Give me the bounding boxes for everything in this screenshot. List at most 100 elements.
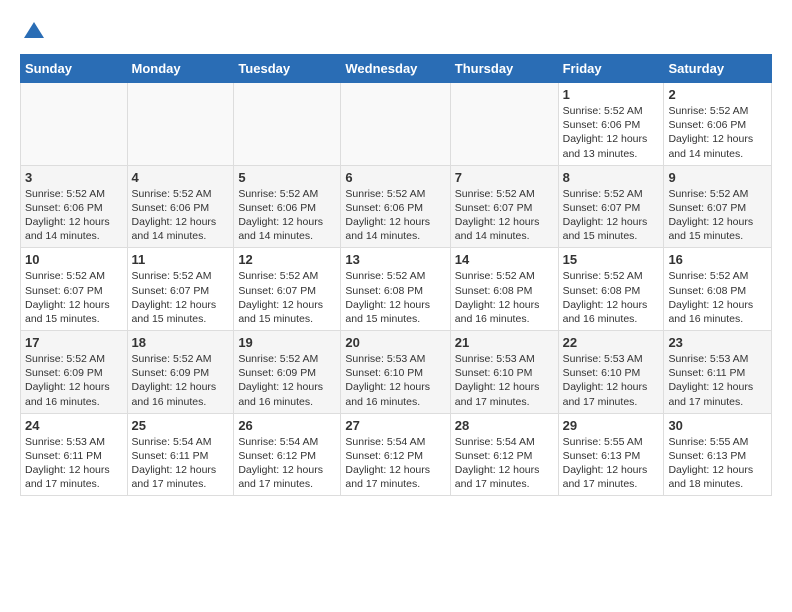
day-info: Sunrise: 5:52 AM Sunset: 6:07 PM Dayligh… bbox=[668, 187, 767, 244]
day-info: Sunrise: 5:53 AM Sunset: 6:11 PM Dayligh… bbox=[668, 352, 767, 409]
calendar-day-cell: 29 Sunrise: 5:55 AM Sunset: 6:13 PM Dayli… bbox=[558, 413, 664, 496]
calendar-day-cell: 30 Sunrise: 5:55 AM Sunset: 6:13 PM Dayli… bbox=[664, 413, 772, 496]
day-number: 3 bbox=[25, 170, 123, 185]
day-number: 6 bbox=[345, 170, 445, 185]
day-info: Sunrise: 5:55 AM Sunset: 6:13 PM Dayligh… bbox=[668, 435, 767, 492]
day-info: Sunrise: 5:52 AM Sunset: 6:06 PM Dayligh… bbox=[238, 187, 336, 244]
day-number: 25 bbox=[132, 418, 230, 433]
day-number: 30 bbox=[668, 418, 767, 433]
day-info: Sunrise: 5:55 AM Sunset: 6:13 PM Dayligh… bbox=[563, 435, 660, 492]
calendar-day-cell bbox=[127, 83, 234, 166]
day-number: 1 bbox=[563, 87, 660, 102]
calendar-day-cell: 28 Sunrise: 5:54 AM Sunset: 6:12 PM Dayli… bbox=[450, 413, 558, 496]
day-info: Sunrise: 5:52 AM Sunset: 6:09 PM Dayligh… bbox=[238, 352, 336, 409]
logo-icon bbox=[22, 20, 46, 44]
weekday-header: Saturday bbox=[664, 55, 772, 83]
day-number: 2 bbox=[668, 87, 767, 102]
day-info: Sunrise: 5:52 AM Sunset: 6:06 PM Dayligh… bbox=[132, 187, 230, 244]
day-info: Sunrise: 5:52 AM Sunset: 6:06 PM Dayligh… bbox=[563, 104, 660, 161]
day-number: 27 bbox=[345, 418, 445, 433]
day-number: 19 bbox=[238, 335, 336, 350]
calendar-day-cell: 25 Sunrise: 5:54 AM Sunset: 6:11 PM Dayli… bbox=[127, 413, 234, 496]
weekday-header: Thursday bbox=[450, 55, 558, 83]
weekday-header: Sunday bbox=[21, 55, 128, 83]
calendar-day-cell: 18 Sunrise: 5:52 AM Sunset: 6:09 PM Dayli… bbox=[127, 331, 234, 414]
calendar-day-cell: 12Sunrise: 5:52 AM Sunset: 6:07 PM Dayli… bbox=[234, 248, 341, 331]
day-info: Sunrise: 5:52 AM Sunset: 6:07 PM Dayligh… bbox=[455, 187, 554, 244]
day-number: 23 bbox=[668, 335, 767, 350]
weekday-header: Friday bbox=[558, 55, 664, 83]
day-number: 24 bbox=[25, 418, 123, 433]
day-number: 17 bbox=[25, 335, 123, 350]
day-info: Sunrise: 5:52 AM Sunset: 6:08 PM Dayligh… bbox=[563, 269, 660, 326]
weekday-header: Monday bbox=[127, 55, 234, 83]
calendar-week-row: 3 Sunrise: 5:52 AM Sunset: 6:06 PM Daylig… bbox=[21, 165, 772, 248]
calendar-day-cell bbox=[450, 83, 558, 166]
calendar-day-cell: 19 Sunrise: 5:52 AM Sunset: 6:09 PM Dayli… bbox=[234, 331, 341, 414]
day-number: 14 bbox=[455, 252, 554, 267]
calendar-day-cell: 26 Sunrise: 5:54 AM Sunset: 6:12 PM Dayli… bbox=[234, 413, 341, 496]
calendar-day-cell: 1 Sunrise: 5:52 AM Sunset: 6:06 PM Daylig… bbox=[558, 83, 664, 166]
weekday-header: Tuesday bbox=[234, 55, 341, 83]
calendar-week-row: 24Sunrise: 5:53 AM Sunset: 6:11 PM Dayli… bbox=[21, 413, 772, 496]
day-number: 12 bbox=[238, 252, 336, 267]
day-number: 29 bbox=[563, 418, 660, 433]
day-number: 16 bbox=[668, 252, 767, 267]
day-info: Sunrise: 5:52 AM Sunset: 6:06 PM Dayligh… bbox=[25, 187, 123, 244]
day-number: 7 bbox=[455, 170, 554, 185]
day-number: 10 bbox=[25, 252, 123, 267]
calendar-header-row: SundayMondayTuesdayWednesdayThursdayFrid… bbox=[21, 55, 772, 83]
calendar-week-row: 1 Sunrise: 5:52 AM Sunset: 6:06 PM Daylig… bbox=[21, 83, 772, 166]
day-number: 5 bbox=[238, 170, 336, 185]
day-number: 22 bbox=[563, 335, 660, 350]
day-info: Sunrise: 5:52 AM Sunset: 6:09 PM Dayligh… bbox=[132, 352, 230, 409]
weekday-header: Wednesday bbox=[341, 55, 450, 83]
calendar-day-cell: 11 Sunrise: 5:52 AM Sunset: 6:07 PM Dayli… bbox=[127, 248, 234, 331]
day-info: Sunrise: 5:53 AM Sunset: 6:10 PM Dayligh… bbox=[563, 352, 660, 409]
day-number: 4 bbox=[132, 170, 230, 185]
calendar-week-row: 17 Sunrise: 5:52 AM Sunset: 6:09 PM Dayli… bbox=[21, 331, 772, 414]
calendar-day-cell: 20Sunrise: 5:53 AM Sunset: 6:10 PM Dayli… bbox=[341, 331, 450, 414]
calendar-day-cell: 17 Sunrise: 5:52 AM Sunset: 6:09 PM Dayli… bbox=[21, 331, 128, 414]
day-info: Sunrise: 5:52 AM Sunset: 6:08 PM Dayligh… bbox=[345, 269, 445, 326]
day-number: 18 bbox=[132, 335, 230, 350]
calendar-day-cell: 13Sunrise: 5:52 AM Sunset: 6:08 PM Dayli… bbox=[341, 248, 450, 331]
calendar-day-cell: 10 Sunrise: 5:52 AM Sunset: 6:07 PM Dayli… bbox=[21, 248, 128, 331]
calendar-day-cell bbox=[234, 83, 341, 166]
day-number: 9 bbox=[668, 170, 767, 185]
day-info: Sunrise: 5:52 AM Sunset: 6:07 PM Dayligh… bbox=[25, 269, 123, 326]
day-info: Sunrise: 5:52 AM Sunset: 6:08 PM Dayligh… bbox=[668, 269, 767, 326]
day-info: Sunrise: 5:52 AM Sunset: 6:09 PM Dayligh… bbox=[25, 352, 123, 409]
day-number: 26 bbox=[238, 418, 336, 433]
calendar-day-cell: 6Sunrise: 5:52 AM Sunset: 6:06 PM Daylig… bbox=[341, 165, 450, 248]
day-info: Sunrise: 5:52 AM Sunset: 6:07 PM Dayligh… bbox=[132, 269, 230, 326]
calendar-day-cell: 24Sunrise: 5:53 AM Sunset: 6:11 PM Dayli… bbox=[21, 413, 128, 496]
day-info: Sunrise: 5:52 AM Sunset: 6:08 PM Dayligh… bbox=[455, 269, 554, 326]
day-number: 15 bbox=[563, 252, 660, 267]
day-info: Sunrise: 5:54 AM Sunset: 6:12 PM Dayligh… bbox=[238, 435, 336, 492]
page-header bbox=[20, 20, 772, 44]
calendar-table: SundayMondayTuesdayWednesdayThursdayFrid… bbox=[20, 54, 772, 496]
calendar-day-cell: 7 Sunrise: 5:52 AM Sunset: 6:07 PM Daylig… bbox=[450, 165, 558, 248]
day-info: Sunrise: 5:52 AM Sunset: 6:07 PM Dayligh… bbox=[563, 187, 660, 244]
calendar-day-cell: 16 Sunrise: 5:52 AM Sunset: 6:08 PM Dayli… bbox=[664, 248, 772, 331]
day-info: Sunrise: 5:54 AM Sunset: 6:12 PM Dayligh… bbox=[455, 435, 554, 492]
day-number: 21 bbox=[455, 335, 554, 350]
calendar-day-cell: 15 Sunrise: 5:52 AM Sunset: 6:08 PM Dayli… bbox=[558, 248, 664, 331]
day-number: 28 bbox=[455, 418, 554, 433]
day-info: Sunrise: 5:54 AM Sunset: 6:11 PM Dayligh… bbox=[132, 435, 230, 492]
calendar-day-cell: 21 Sunrise: 5:53 AM Sunset: 6:10 PM Dayli… bbox=[450, 331, 558, 414]
calendar-day-cell bbox=[21, 83, 128, 166]
calendar-day-cell: 14 Sunrise: 5:52 AM Sunset: 6:08 PM Dayli… bbox=[450, 248, 558, 331]
calendar-day-cell: 4 Sunrise: 5:52 AM Sunset: 6:06 PM Daylig… bbox=[127, 165, 234, 248]
day-number: 8 bbox=[563, 170, 660, 185]
calendar-day-cell bbox=[341, 83, 450, 166]
day-number: 11 bbox=[132, 252, 230, 267]
calendar-day-cell: 2 Sunrise: 5:52 AM Sunset: 6:06 PM Daylig… bbox=[664, 83, 772, 166]
day-info: Sunrise: 5:52 AM Sunset: 6:06 PM Dayligh… bbox=[668, 104, 767, 161]
calendar-day-cell: 27 Sunrise: 5:54 AM Sunset: 6:12 PM Dayli… bbox=[341, 413, 450, 496]
day-info: Sunrise: 5:53 AM Sunset: 6:10 PM Dayligh… bbox=[455, 352, 554, 409]
calendar-day-cell: 23 Sunrise: 5:53 AM Sunset: 6:11 PM Dayli… bbox=[664, 331, 772, 414]
day-info: Sunrise: 5:54 AM Sunset: 6:12 PM Dayligh… bbox=[345, 435, 445, 492]
calendar-week-row: 10 Sunrise: 5:52 AM Sunset: 6:07 PM Dayli… bbox=[21, 248, 772, 331]
